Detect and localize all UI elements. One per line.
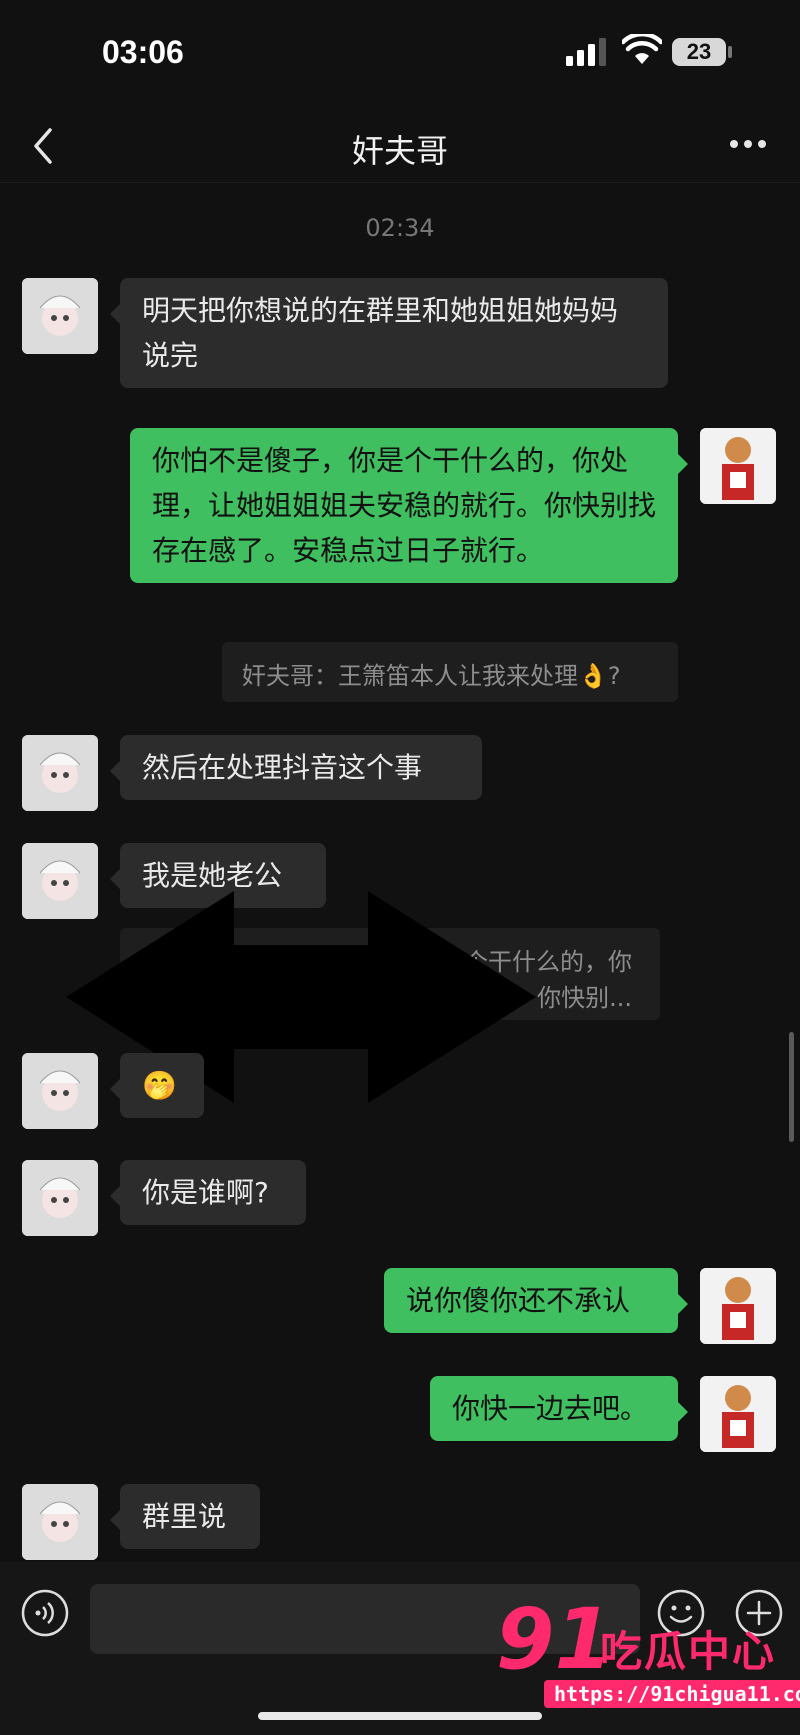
contact-avatar[interactable] xyxy=(22,735,98,811)
message-bubble-incoming[interactable]: 明天把你想说的在群里和她姐姐她妈妈 说完 xyxy=(110,278,668,388)
avatar-illustration xyxy=(22,735,98,811)
contact-avatar[interactable] xyxy=(22,278,98,354)
my-avatar[interactable] xyxy=(700,428,776,504)
scrollbar[interactable] xyxy=(789,1032,794,1142)
message-bubble-incoming[interactable]: 🤭 xyxy=(110,1053,204,1118)
message-text: 说你傻你还不承认 xyxy=(406,1284,631,1317)
contact-avatar[interactable] xyxy=(22,1160,98,1236)
timestamp: 02:34 xyxy=(365,214,435,242)
status-time: 03:06 xyxy=(102,34,184,70)
quote-text-line2: 你快别... xyxy=(537,984,632,1012)
avatar-illustration xyxy=(22,1053,98,1129)
site-watermark: 91 吃瓜中心 https://91chigua11.com xyxy=(492,1590,800,1716)
my-avatar[interactable] xyxy=(700,1376,776,1452)
status-bar: 03:06 23 xyxy=(0,0,800,110)
watermark-number: 91 xyxy=(496,1590,613,1688)
message-bubble-incoming[interactable]: 然后在处理抖音这个事 xyxy=(110,735,482,800)
message-text: 群里说 xyxy=(142,1500,227,1533)
avatar-illustration xyxy=(700,1268,776,1344)
message-bubble-outgoing[interactable]: 你快一边去吧。 xyxy=(430,1376,688,1441)
chat-header: 奸夫哥 xyxy=(0,110,800,183)
quoted-message[interactable]: 奸夫哥：王箫笛本人让我来处理👌? xyxy=(222,642,678,702)
message-text: 你是谁啊? xyxy=(142,1176,269,1209)
contact-avatar[interactable] xyxy=(22,1053,98,1129)
battery-cap xyxy=(728,46,732,58)
watermark-url: https://91chigua11.com xyxy=(544,1680,800,1708)
avatar-illustration xyxy=(22,278,98,354)
avatar-illustration xyxy=(22,1160,98,1236)
battery-icon: 23 xyxy=(672,38,726,66)
message-bubble-incoming[interactable]: 你是谁啊? xyxy=(110,1160,306,1225)
message-text: 你怕不是傻子，你是个干什么的，你处理，让她姐姐姐夫安稳的就行。你快别找存在感了。… xyxy=(152,444,657,567)
avatar-illustration xyxy=(700,1376,776,1452)
quote-text: 奸夫哥：王箫笛本人让我来处理👌? xyxy=(242,662,621,690)
emoji-message: 🤭 xyxy=(142,1069,177,1102)
contact-avatar[interactable] xyxy=(22,1484,98,1560)
message-text: 然后在处理抖音这个事 xyxy=(142,751,423,784)
voice-icon[interactable] xyxy=(20,1588,70,1638)
avatar-illustration xyxy=(22,1484,98,1560)
avatar-illustration xyxy=(700,428,776,504)
signal-icon xyxy=(566,38,606,66)
message-bubble-outgoing[interactable]: 你怕不是傻子，你是个干什么的，你处理，让她姐姐姐夫安稳的就行。你快别找存在感了。… xyxy=(130,428,688,583)
chat-title: 奸夫哥 xyxy=(351,132,448,170)
message-text: 明天把你想说的在群里和她姐姐她妈妈 说完 xyxy=(142,294,619,372)
message-bubble-outgoing[interactable]: 说你傻你还不承认 xyxy=(384,1268,688,1333)
message-bubble-incoming[interactable]: 群里说 xyxy=(110,1484,260,1549)
message-text: 你快一边去吧。 xyxy=(452,1392,649,1425)
my-avatar[interactable] xyxy=(700,1268,776,1344)
wifi-icon xyxy=(622,34,662,64)
more-icon[interactable] xyxy=(728,132,768,156)
watermark-brand: 吃瓜中心 xyxy=(600,1627,777,1676)
